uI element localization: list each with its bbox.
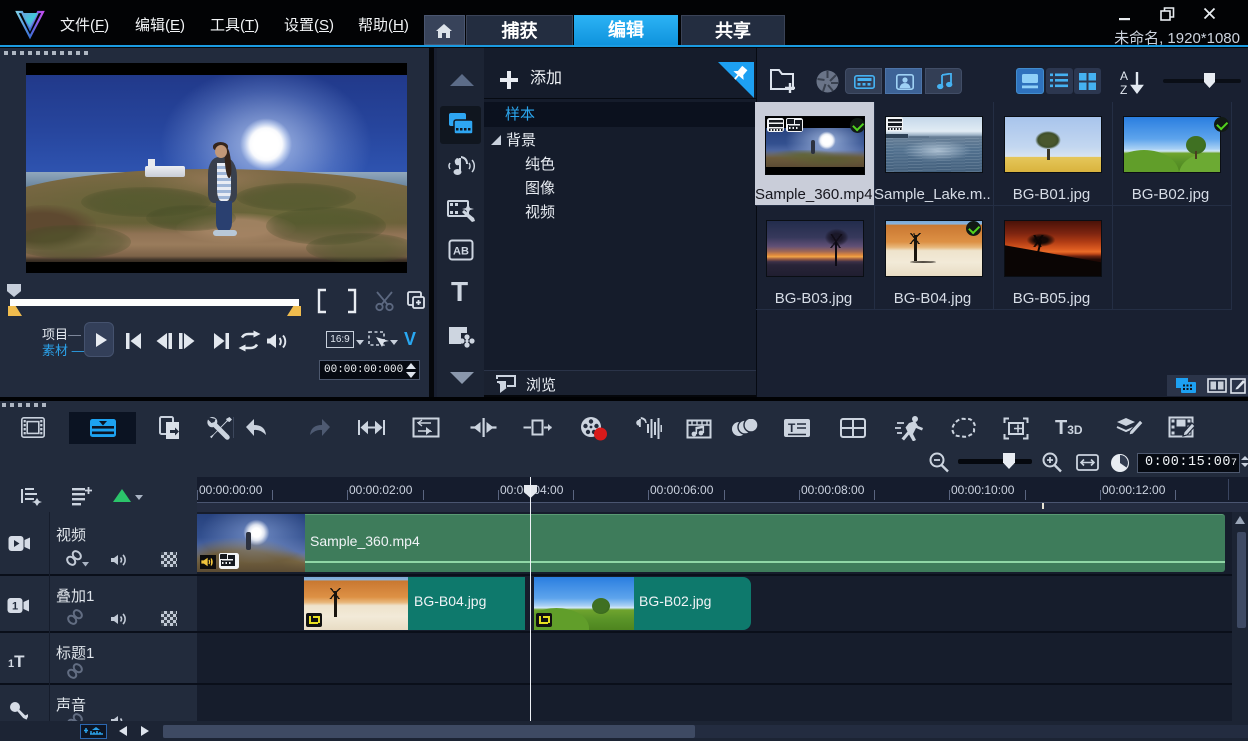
svg-text:1: 1 [12,601,18,613]
svg-text:Z: Z [1120,83,1127,96]
svg-text:T: T [788,421,796,435]
svg-text:AB: AB [453,246,469,258]
svg-text:A: A [1120,69,1128,83]
